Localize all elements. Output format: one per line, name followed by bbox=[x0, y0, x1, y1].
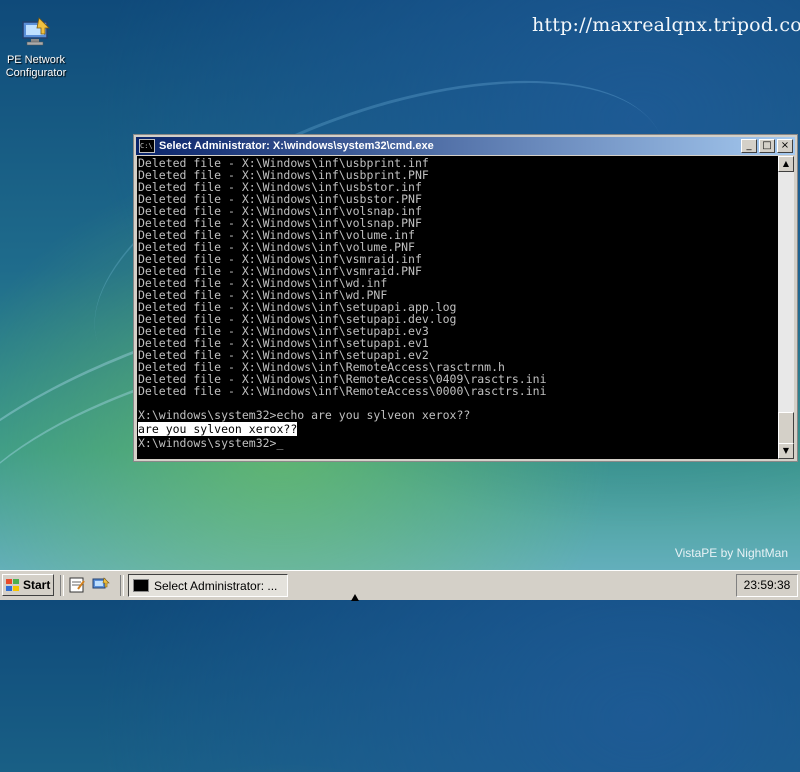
scroll-up-arrow-icon[interactable]: ▲ bbox=[778, 156, 794, 172]
system-clock: 23:59:38 bbox=[736, 574, 798, 597]
vertical-scrollbar[interactable]: ▲ ▼ bbox=[778, 156, 794, 459]
console-line: X:\windows\system32>echo are you sylveon… bbox=[138, 408, 471, 422]
maximize-button[interactable]: □ bbox=[759, 139, 775, 153]
console-output[interactable]: Deleted file - X:\Windows\inf\usbprint.i… bbox=[137, 156, 778, 459]
desktop-icon-label: PE Network Configurator bbox=[5, 54, 67, 79]
taskbar-separator bbox=[120, 575, 124, 596]
desktop-watermark-url: http://maxrealqnx.tripod.com bbox=[532, 14, 800, 36]
console-line: Deleted file - X:\Windows\inf\RemoteAcce… bbox=[138, 384, 547, 398]
console-highlighted-selection: are you sylveon xerox?? bbox=[138, 422, 298, 436]
taskbar-separator bbox=[60, 575, 64, 596]
console-prompt: X:\windows\system32> bbox=[138, 436, 277, 450]
notepad-icon[interactable] bbox=[68, 577, 86, 593]
scrollbar-thumb[interactable] bbox=[778, 412, 794, 444]
start-label: Start bbox=[23, 578, 51, 592]
text-cursor: _ bbox=[276, 436, 284, 450]
cmd-icon bbox=[133, 579, 149, 592]
brand-text: VistaPE by NightMan bbox=[674, 546, 788, 560]
windows-flag-icon bbox=[6, 578, 20, 592]
desktop-icon-pe-network-configurator[interactable]: PE Network Configurator bbox=[4, 16, 68, 80]
console-lines: Deleted file - X:\Windows\inf\usbprint.i… bbox=[137, 156, 778, 422]
taskbar-cmd-task-button[interactable]: Select Administrator: ... bbox=[128, 574, 288, 597]
network-icon[interactable] bbox=[92, 577, 110, 593]
close-button[interactable]: × bbox=[777, 139, 793, 153]
start-button[interactable]: Start bbox=[2, 574, 54, 596]
cmd-window-title: Select Administrator: X:\windows\system3… bbox=[159, 140, 434, 152]
cmd-window[interactable]: C:\ Select Administrator: X:\windows\sys… bbox=[133, 134, 798, 462]
network-configurator-icon bbox=[19, 16, 53, 50]
cmd-titlebar[interactable]: C:\ Select Administrator: X:\windows\sys… bbox=[136, 137, 795, 155]
cmd-icon: C:\ bbox=[139, 139, 155, 153]
minimize-button[interactable]: _ bbox=[741, 139, 757, 153]
task-button-label: Select Administrator: ... bbox=[154, 578, 278, 593]
taskbar: Start Select Administrator: ... 23:59:38 bbox=[0, 570, 800, 600]
scroll-down-arrow-icon[interactable]: ▼ bbox=[778, 443, 794, 459]
